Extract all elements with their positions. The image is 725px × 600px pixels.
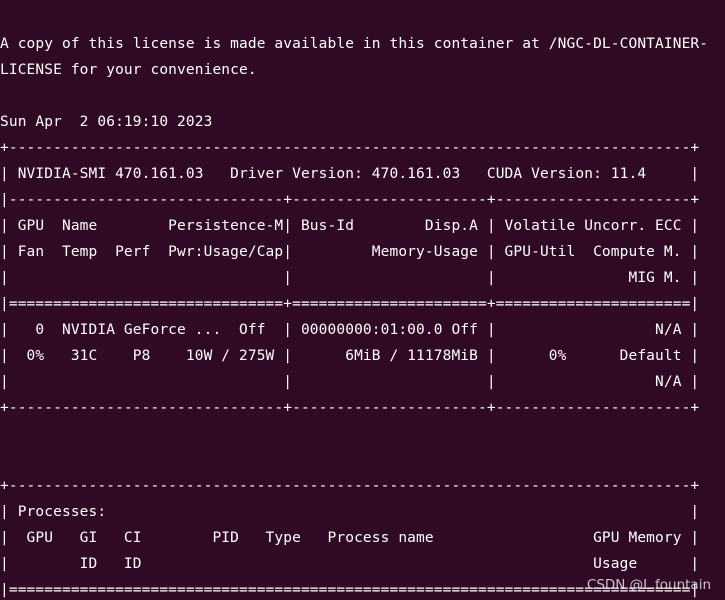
- watermark-text: CSDN @L.fountain: [586, 577, 711, 593]
- terminal-line: |===============================+=======…: [0, 296, 700, 312]
- terminal-window[interactable]: A copy of this license is made available…: [0, 0, 725, 600]
- terminal-line: | Fan Temp Perf Pwr:Usage/Cap| Memory-Us…: [0, 244, 700, 260]
- terminal-line: | 0 NVIDIA GeForce ... Off | 00000000:01…: [0, 322, 700, 338]
- terminal-line: | | | MIG M. |: [0, 270, 700, 286]
- terminal-line: | GPU GI CI PID Type Process name GPU Me…: [0, 530, 700, 546]
- terminal-line: |-------------------------------+-------…: [0, 192, 700, 208]
- terminal-line: A copy of this license is made available…: [0, 36, 709, 52]
- terminal-line: | 0% 31C P8 10W / 275W | 6MiB / 11178MiB…: [0, 348, 700, 364]
- terminal-line: | GPU Name Persistence-M| Bus-Id Disp.A …: [0, 218, 700, 234]
- terminal-line: | NVIDIA-SMI 470.161.03 Driver Version: …: [0, 166, 700, 182]
- terminal-line: +---------------------------------------…: [0, 478, 700, 494]
- terminal-line: | ID ID Usage |: [0, 556, 700, 572]
- terminal-line: +---------------------------------------…: [0, 140, 700, 156]
- terminal-line: Sun Apr 2 06:19:10 2023: [0, 114, 213, 130]
- terminal-line: | | | N/A |: [0, 374, 700, 390]
- terminal-line: | Processes: |: [0, 504, 700, 520]
- terminal-line: LICENSE for your convenience.: [0, 62, 257, 78]
- terminal-line: +-------------------------------+-------…: [0, 400, 700, 416]
